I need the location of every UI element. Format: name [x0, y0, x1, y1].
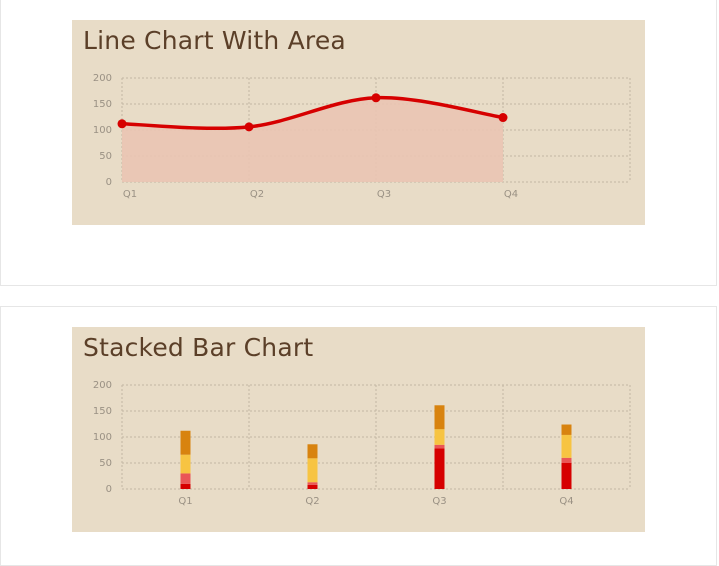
- stacked-bar-q3-segment-4: [434, 405, 445, 430]
- area-point-q3: [371, 93, 381, 103]
- stacked-bar-q4-segment-4: [561, 424, 572, 435]
- stacked-bar-q4-segment-1: [561, 463, 572, 489]
- stacked-bar-q3-segment-3: [434, 429, 445, 445]
- stacked-ytick-label: 0: [106, 484, 112, 495]
- stacked-xtick-label: Q2: [305, 496, 319, 507]
- stacked-xtick-label: Q1: [178, 496, 192, 507]
- stacked-ytick-label: 150: [93, 406, 112, 417]
- stacked-bar-q4-segment-2: [561, 457, 572, 463]
- stacked-ytick-label: 50: [99, 458, 112, 469]
- stacked-xtick-label: Q4: [559, 496, 573, 507]
- stacked-chart-panel: Stacked Bar Chart 0 50 100 150 200 Q1 Q2 Q3 Q4: [72, 327, 645, 532]
- area-chart: 0 50 100 150 200 Q1 Q2 Q3 Q4: [93, 73, 631, 200]
- stacked-bar-q4-segment-3: [561, 434, 572, 458]
- area-point-q2: [244, 122, 254, 132]
- stacked-bar-q3-segment-1: [434, 448, 445, 489]
- stacked-bar-q1-segment-3: [180, 454, 191, 474]
- stacked-bar-q3-segment-2: [434, 444, 445, 449]
- area-xtick-label: Q1: [123, 189, 137, 200]
- area-ytick-label: 50: [99, 151, 112, 162]
- area-ytick-label: 0: [106, 177, 112, 188]
- stacked-bar-q1-segment-4: [180, 430, 191, 455]
- area-ytick-label: 150: [93, 99, 112, 110]
- stacked-bar-q2-segment-1: [307, 484, 318, 489]
- stacked-grid: [121, 384, 631, 490]
- stacked-ytick-label: 200: [93, 380, 112, 391]
- area-point-q4: [498, 113, 508, 123]
- area-xtick-label: Q2: [250, 189, 264, 200]
- stacked-bar-q2-segment-2: [307, 482, 318, 485]
- stacked-bar-q2-segment-4: [307, 444, 318, 459]
- area-ytick-label: 100: [93, 125, 112, 136]
- stacked-ytick-label: 100: [93, 432, 112, 443]
- area-xtick-label: Q3: [377, 189, 391, 200]
- stacked-bar-chart: 0 50 100 150 200 Q1 Q2 Q3 Q4: [93, 380, 631, 507]
- stacked-bar-q2-segment-3: [307, 458, 318, 483]
- area-point-q1: [117, 119, 127, 129]
- stacked-bar-q1-segment-2: [180, 473, 191, 484]
- stacked-xtick-label: Q3: [432, 496, 446, 507]
- stacked-bar-q1-segment-1: [180, 483, 191, 489]
- area-xtick-label: Q4: [504, 189, 518, 200]
- area-chart-panel: Line Chart With Area 0 50 100 150 200 Q1 Q2 Q3 Q…: [72, 20, 645, 225]
- area-ytick-label: 200: [93, 73, 112, 84]
